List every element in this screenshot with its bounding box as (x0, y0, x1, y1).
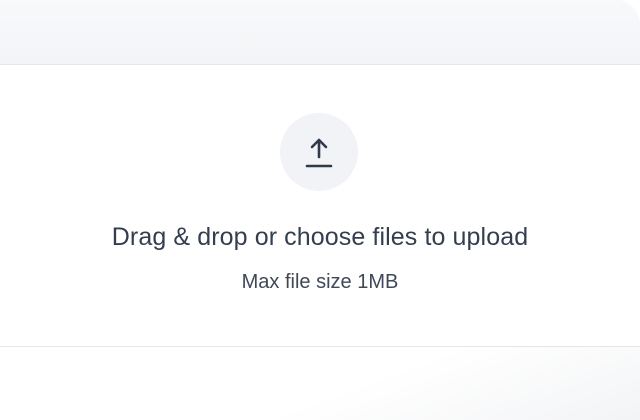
header-area (0, 0, 640, 64)
upload-size-limit: Max file size 1MB (241, 271, 399, 293)
upload-button[interactable] (280, 113, 358, 191)
upload-page: Drag & drop or choose files to upload Ma… (0, 0, 640, 420)
file-dropzone[interactable]: Drag & drop or choose files to upload Ma… (0, 65, 640, 346)
footer-area (0, 347, 640, 420)
upload-title: Drag & drop or choose files to upload (111, 223, 529, 251)
upload-icon (305, 138, 333, 168)
